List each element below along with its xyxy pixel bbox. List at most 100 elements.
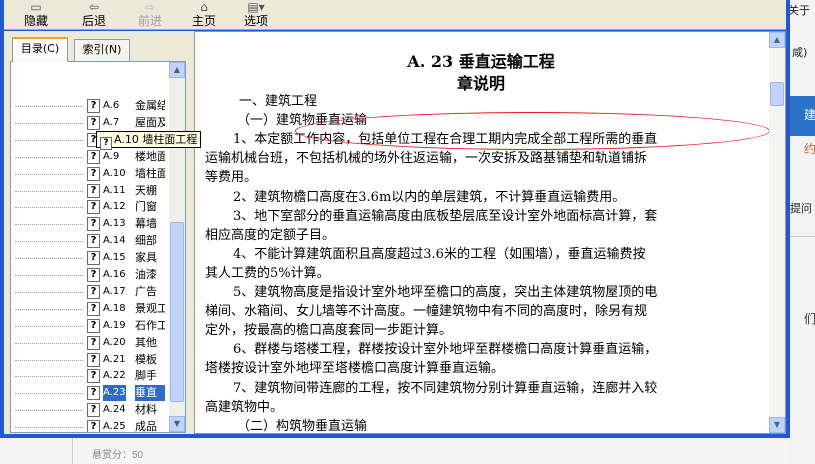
tree-item[interactable]: ? A.13 幕墙 <box>15 216 165 232</box>
back-button[interactable]: ⇦ 后退 <box>76 0 112 30</box>
help-topic-icon: ? <box>87 251 100 266</box>
help-topic-icon: ? <box>87 301 100 316</box>
tree-connector <box>15 410 83 412</box>
bg-fragment: 们 <box>804 312 815 326</box>
tree-connector <box>15 359 83 361</box>
tree-connector <box>15 275 83 276</box>
content-line: 高建筑物中。 <box>205 399 284 415</box>
tree-item[interactable]: ? A.16 油漆 <box>15 267 165 283</box>
tree-item[interactable]: ? A.6 金属结 <box>15 98 165 114</box>
toolbar: ▭ 隐藏 ⇦ 后退 ⇨ 前进 ⌂ 主页 ▤▾ 选项 <box>4 0 786 30</box>
tree-item[interactable]: ? A.7 屋面及 <box>15 115 165 131</box>
tree-item-code: A.20 <box>103 336 126 348</box>
tree-connector <box>15 207 83 209</box>
content-line: 运输机械台班，不包括机械的场外往返运输，一次安拆及路基铺垫和轨道铺拆 <box>205 151 648 167</box>
tree-connector <box>15 241 83 243</box>
scroll-down-arrow-icon[interactable]: ▼ <box>169 416 185 432</box>
topic-title: A. 23 垂直运输工程 <box>407 52 555 71</box>
navigation-pane: 目录(C) 索引(N) ?A.6金属结?A.7屋面及?A.8防腐与?A.9楼地面… <box>4 31 190 434</box>
content-line: 6、群楼与塔楼工程，群楼按设计室外地坪至群楼檐口高度计算垂直运输， <box>233 342 658 358</box>
scroll-up-arrow-icon[interactable]: ▲ <box>769 32 785 48</box>
hide-icon: ▭ <box>30 0 42 14</box>
content-line: 等费用。 <box>205 170 258 186</box>
tree-item[interactable]: ? A.20 其他 <box>15 335 165 351</box>
tree-connector <box>15 376 83 378</box>
tree-item-code: A.12 <box>103 201 126 213</box>
tree-item-label: 屋面及 <box>135 115 165 129</box>
tree-connector <box>15 308 83 310</box>
tree-item[interactable]: ? A.18 景观工 <box>15 301 165 317</box>
tree-item-label: 成品 <box>135 420 157 433</box>
content-line: 塔楼按设计室外地坪至塔楼檐口高度计算垂直运输。 <box>205 361 505 377</box>
bg-fragment: 咸) <box>792 46 808 59</box>
tree-item[interactable]: ? A.21 模板 <box>15 352 165 368</box>
content-scrollbar[interactable]: ▲ ▼ <box>769 32 785 433</box>
tree-item[interactable]: ? A.24 材料 <box>15 402 165 418</box>
background-page-bottom: 悬赏分：50 <box>0 438 786 464</box>
back-arrow-icon: ⇦ <box>88 0 100 14</box>
help-topic-icon: ? <box>87 403 100 418</box>
tree-item-label: 景观工 <box>135 301 165 315</box>
tree-item-code: A.18 <box>103 302 126 314</box>
scroll-down-arrow-icon[interactable]: ▼ <box>769 417 785 433</box>
bg-fragment: 约 <box>804 142 815 156</box>
tree-item-label: 其他 <box>135 335 157 349</box>
topic-subtitle: 章说明 <box>456 74 505 93</box>
tree-item-code: A.10 <box>103 167 126 179</box>
tree-connector <box>15 224 83 226</box>
tree-item[interactable]: ? A.23 垂直 <box>15 385 165 402</box>
bg-blue-button: 建 <box>786 96 815 136</box>
home-icon: ⌂ <box>200 0 208 14</box>
background-page-right: 关于 咸) 建 约 提问 们 <box>786 0 815 464</box>
hide-button[interactable]: ▭ 隐藏 <box>18 0 54 30</box>
tree-item[interactable]: ? A.17 广告 <box>15 284 165 300</box>
content-line: 3、地下室部分的垂直运输高度由底板垫层底至设计室外地面标高计算，套 <box>233 208 658 224</box>
tree-item-label: 石作工 <box>135 318 165 332</box>
tree-item[interactable]: ? A.19 石作工 <box>15 318 165 334</box>
help-topic-icon: ? <box>87 335 100 350</box>
bg-fragment: 关于 <box>788 4 810 17</box>
home-button[interactable]: ⌂ 主页 <box>186 0 222 30</box>
tree-item[interactable]: ? A.25 成品 <box>15 419 165 433</box>
tree-item-label: 广告 <box>135 284 157 298</box>
tree-connector <box>15 427 83 429</box>
tree-item-code: A.7 <box>103 116 120 128</box>
tree-item-label: 天棚 <box>135 183 157 197</box>
content-line: 2、建筑物檐口高度在3.6m以内的单层建筑，不计算垂直运输费用。 <box>233 189 626 205</box>
content-line: 其人工费的5%计算。 <box>205 265 330 281</box>
red-annotation-ellipse <box>295 112 770 150</box>
help-topic-icon: ? <box>87 352 100 367</box>
options-button[interactable]: ▤▾ 选项 <box>232 0 280 30</box>
tree-item-label: 墙柱面 <box>135 166 165 180</box>
tree-item-code: A.13 <box>103 218 126 230</box>
tab-index[interactable]: 索引(N) <box>74 39 130 61</box>
tree-item-label: 油漆 <box>135 268 157 281</box>
tree-item[interactable]: ? A.15 家具 <box>15 250 165 266</box>
content-line: （二）构筑物垂直运输 <box>237 418 368 434</box>
tree-item[interactable]: ? A.22 脚手 <box>15 368 165 384</box>
contents-tree: ?A.6金属结?A.7屋面及?A.8防腐与?A.9楼地面?A.10墙柱面?A.1… <box>10 61 186 433</box>
tree-connector <box>15 291 83 293</box>
tree-item[interactable]: ? A.12 门窗 <box>15 199 165 215</box>
tree-item-code: A.25 <box>103 421 126 433</box>
forward-button[interactable]: ⇨ 前进 <box>132 0 168 30</box>
help-window: ▭ 隐藏 ⇦ 后退 ⇨ 前进 ⌂ 主页 ▤▾ 选项 目录(C) 索引(N) ? A… <box>0 0 790 438</box>
scroll-thumb[interactable] <box>170 222 184 402</box>
tree-connector <box>15 325 83 327</box>
tree-item-code: A.24 <box>103 404 126 416</box>
tree-item-code: A.17 <box>103 285 126 297</box>
help-topic-icon: ? <box>87 386 100 401</box>
tree-scrollbar[interactable]: ▲ ▼ <box>169 62 185 432</box>
tree-item-code: A.11 <box>103 184 126 196</box>
tree-item[interactable]: ? A.14 细部 <box>15 233 165 249</box>
tab-contents[interactable]: 目录(C) <box>12 37 68 62</box>
scroll-thumb[interactable] <box>770 82 784 106</box>
tree-item[interactable]: ? A.10 墙柱面 <box>15 166 165 182</box>
help-topic-icon: ? <box>87 217 100 232</box>
tree-item[interactable]: ? A.11 天棚 <box>15 183 165 199</box>
tree-item-code: A.21 <box>103 353 126 365</box>
tree-item-label: 模板 <box>135 352 157 366</box>
tree-item[interactable]: ? A.9 楼地面 <box>15 149 165 165</box>
scroll-up-arrow-icon[interactable]: ▲ <box>169 62 185 78</box>
tree-item-code: A.16 <box>103 269 126 280</box>
